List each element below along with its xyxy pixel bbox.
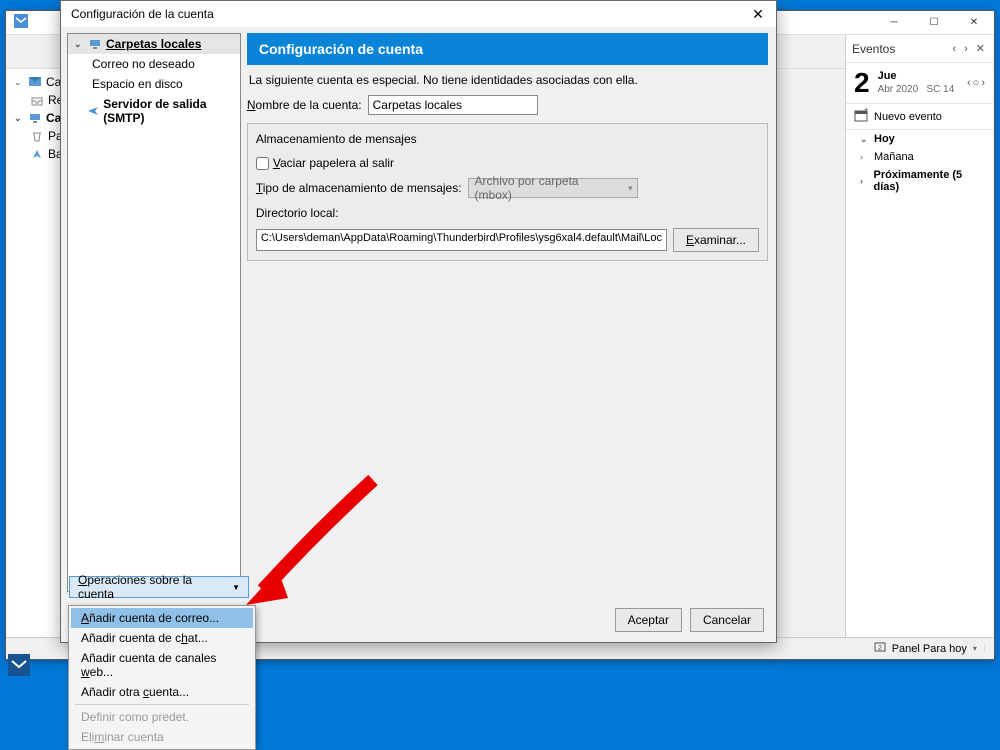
send-icon — [87, 104, 99, 118]
account-name-row: Nombre de la cuenta: — [247, 95, 768, 115]
agenda-upcoming-label: Próximamente (5 días) — [874, 169, 986, 193]
tree-disk-space[interactable]: Espacio en disco — [68, 74, 240, 94]
account-tree: ⌄ Carpetas locales Correo no deseado Esp… — [67, 33, 241, 592]
local-dir-row: C:\Users\deman\AppData\Roaming\Thunderbi… — [256, 228, 759, 252]
tree-item-label: Carpetas locales — [106, 37, 201, 51]
new-event-row[interactable]: + Nuevo evento — [846, 104, 993, 130]
local-dir-input[interactable]: C:\Users\deman\AppData\Roaming\Thunderbi… — [256, 229, 667, 251]
menu-add-mail[interactable]: Añadir cuenta de correo... — [71, 608, 253, 628]
date-block: 2 Jue Abr 2020 SC 14 ‹ ○ › — [846, 63, 993, 104]
events-next[interactable]: › — [962, 43, 970, 55]
tree-item-label: Espacio en disco — [92, 77, 183, 91]
computer-icon — [88, 37, 102, 51]
dialog-title: Configuración de la cuenta — [71, 7, 214, 21]
menu-set-default: Definir como predet. — [71, 707, 253, 727]
maximize-button[interactable]: ☐ — [914, 11, 954, 35]
cancel-button[interactable]: Cancelar — [690, 608, 764, 632]
content-banner: Configuración de cuenta — [247, 33, 768, 65]
dialog-titlebar: Configuración de la cuenta ✕ — [61, 1, 776, 27]
date-info: Jue Abr 2020 SC 14 — [878, 70, 955, 95]
status-icon: 2 — [874, 641, 886, 656]
new-event-label: Nuevo evento — [874, 111, 942, 123]
agenda-today[interactable]: ⌄ Hoy — [846, 130, 993, 148]
account-name-input[interactable] — [368, 95, 538, 115]
events-pane: Eventos ‹ › ✕ 2 Jue Abr 2020 SC 14 ‹ ○ › — [845, 35, 993, 651]
tree-junk[interactable]: Correo no deseado — [68, 54, 240, 74]
events-header: Eventos ‹ › ✕ — [846, 35, 993, 63]
agenda-tomorrow[interactable]: › Mañana — [846, 148, 993, 166]
svg-text:2: 2 — [878, 645, 882, 652]
storage-group: Almacenamiento de mensajes Vaciar papele… — [247, 123, 768, 261]
svg-text:+: + — [864, 108, 868, 114]
date-dayname: Jue — [878, 70, 955, 83]
taskbar-thunderbird-icon[interactable] — [8, 654, 30, 679]
dialog-body: ⌄ Carpetas locales Correo no deseado Esp… — [61, 27, 776, 598]
menu-add-web[interactable]: Añadir cuenta de canales web... — [71, 648, 253, 682]
accept-button[interactable]: Aceptar — [615, 608, 682, 632]
date-nav: ‹ ○ › — [967, 77, 985, 89]
tree-item-label: Correo no deseado — [92, 57, 195, 71]
date-month: Abr 2020 — [878, 84, 919, 95]
date-prev[interactable]: ‹ — [967, 77, 971, 89]
account-operations-button[interactable]: Operaciones sobre la cuenta ▼ — [69, 576, 249, 598]
storage-type-label: Tipo de almacenamiento de mensajes: — [256, 181, 462, 195]
account-settings-dialog: Configuración de la cuenta ✕ ⌄ Carpetas … — [60, 0, 777, 643]
date-today[interactable]: ○ — [973, 77, 980, 89]
menu-add-chat[interactable]: Añadir cuenta de chat... — [71, 628, 253, 648]
app-icon — [14, 14, 28, 31]
events-prev[interactable]: ‹ — [950, 43, 958, 55]
tree-item-label: Servidor de salida (SMTP) — [103, 97, 234, 125]
agenda-today-label: Hoy — [874, 133, 895, 145]
agenda-upcoming[interactable]: › Próximamente (5 días) — [846, 166, 993, 196]
status-panel-label[interactable]: Panel Para hoy — [892, 643, 967, 655]
window-controls: ─ ☐ ✕ — [874, 11, 994, 35]
outbox-icon — [30, 147, 44, 161]
browse-button[interactable]: Examinar... — [673, 228, 759, 252]
dialog-content: Configuración de cuenta La siguiente cue… — [241, 27, 776, 598]
status-dropdown[interactable]: ▾ — [973, 644, 977, 653]
account-name-label: Nombre de la cuenta: — [247, 98, 362, 112]
dialog-close-button[interactable]: ✕ — [740, 1, 776, 27]
date-week: SC 14 — [927, 84, 955, 95]
content-description: La siguiente cuenta es especial. No tien… — [247, 71, 768, 89]
tree-local-folders[interactable]: ⌄ Carpetas locales — [68, 34, 240, 54]
tree-smtp[interactable]: Servidor de salida (SMTP) — [68, 94, 240, 128]
empty-trash-row: Vaciar papelera al salir — [256, 156, 759, 170]
menu-add-other[interactable]: Añadir otra cuenta... — [71, 682, 253, 702]
empty-trash-label[interactable]: Vaciar papelera al salir — [273, 156, 394, 170]
trash-icon — [30, 129, 44, 143]
account-operations-menu: Añadir cuenta de correo... Añadir cuenta… — [68, 605, 256, 750]
events-close[interactable]: ✕ — [974, 42, 987, 55]
date-number: 2 — [854, 69, 870, 97]
mail-icon — [28, 75, 42, 89]
local-dir-label: Directorio local: — [256, 206, 759, 220]
date-next[interactable]: › — [981, 77, 985, 89]
dropdown-caret-icon: ▼ — [232, 583, 240, 592]
minimize-button[interactable]: ─ — [874, 11, 914, 35]
menu-separator — [75, 704, 249, 705]
computer-icon — [28, 111, 42, 125]
storage-type-row: Tipo de almacenamiento de mensajes: Arch… — [256, 178, 759, 198]
agenda-tomorrow-label: Mañana — [874, 151, 914, 163]
menu-delete-account: Eliminar cuenta — [71, 727, 253, 747]
storage-type-select: Archivo por carpeta (mbox) — [468, 178, 638, 198]
storage-title: Almacenamiento de mensajes — [256, 132, 759, 146]
storage-type-value: Archivo por carpeta (mbox) — [475, 174, 619, 202]
close-button[interactable]: ✕ — [954, 11, 994, 35]
events-title: Eventos — [852, 42, 946, 56]
empty-trash-checkbox[interactable] — [256, 157, 269, 170]
inbox-icon — [30, 93, 44, 107]
new-event-icon: + — [854, 108, 868, 125]
